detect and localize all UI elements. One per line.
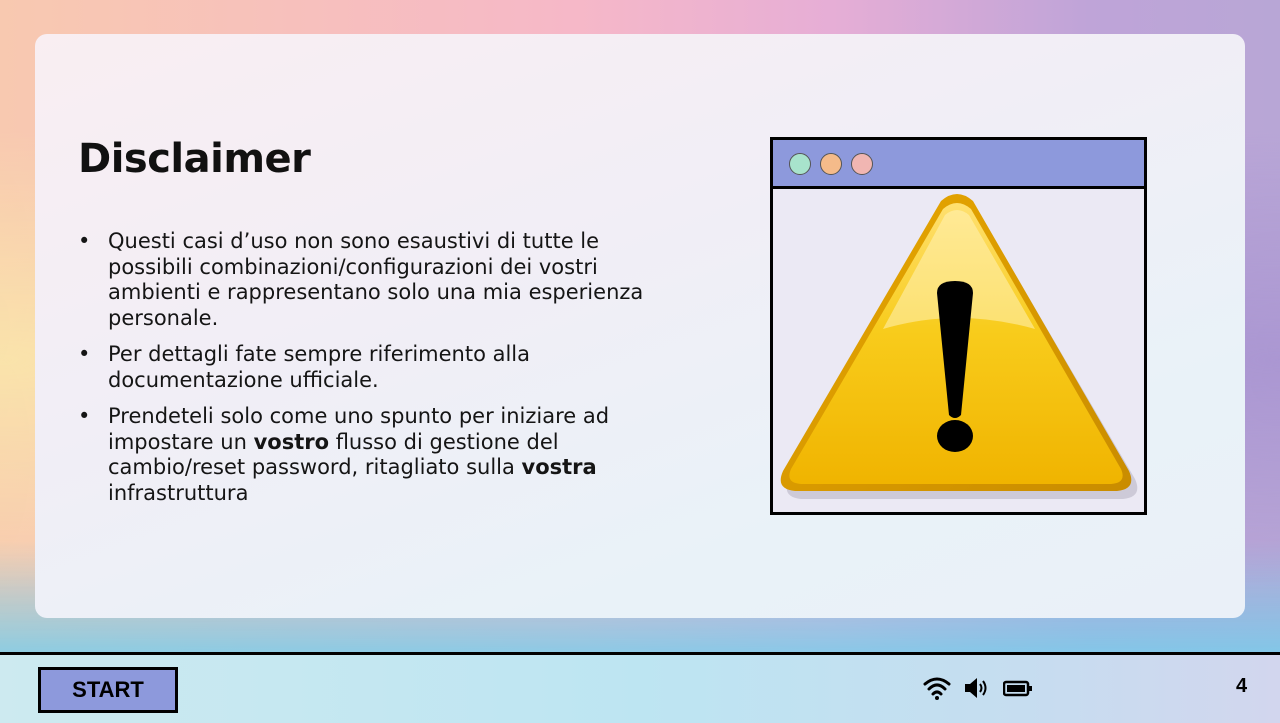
pink-dot xyxy=(851,153,873,175)
warning-icon xyxy=(780,194,1138,499)
window-title-bar xyxy=(773,140,1144,189)
illustration-window xyxy=(770,137,1147,515)
bullet-item: Prendeteli solo come uno spunto per iniz… xyxy=(78,404,688,506)
battery-icon[interactable] xyxy=(1003,676,1033,700)
page-number: 4 xyxy=(1236,675,1248,697)
bullet-text: infrastruttura xyxy=(108,480,249,505)
bullet-item: Questi casi d’uso non sono esaustivi di … xyxy=(78,229,688,331)
bullet-text: Per dettagli fate sempre riferimento all… xyxy=(108,342,531,392)
bullet-bold-text: vostra xyxy=(521,455,597,479)
wifi-icon[interactable] xyxy=(923,676,951,700)
slide-title: Disclaimer xyxy=(78,136,311,182)
start-button[interactable]: START xyxy=(38,667,178,713)
bullet-bold-text: vostro xyxy=(253,429,330,454)
orange-dot xyxy=(820,153,842,175)
green-dot xyxy=(789,153,811,175)
bullet-text: Questi casi d’uso non sono esaustivi di … xyxy=(108,229,644,330)
speaker-icon[interactable] xyxy=(963,676,991,700)
taskbar: START 4 xyxy=(0,652,1280,723)
bullet-list: Questi casi d’uso non sono esaustivi di … xyxy=(78,229,688,517)
bullet-item: Per dettagli fate sempre riferimento all… xyxy=(78,342,688,393)
